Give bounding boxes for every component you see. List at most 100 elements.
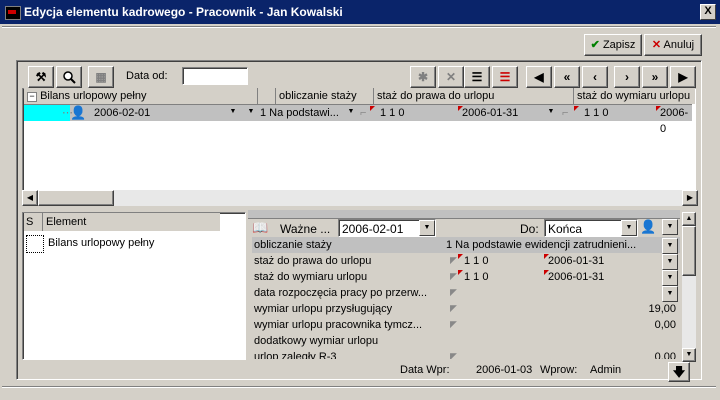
prev-page-button[interactable]: « <box>554 66 580 88</box>
detail-row-label: wymiar urlopu przysługujący <box>254 303 393 315</box>
to-dropdown[interactable]: ▼ <box>621 220 637 236</box>
grid-header-col-staz-wymiaru[interactable]: staż do wymiaru urlopu <box>574 88 695 104</box>
scroll-thumb[interactable] <box>38 190 114 206</box>
prev-button[interactable]: ‹ <box>582 66 608 88</box>
flag-icon: ◤ <box>450 271 457 281</box>
grid-row-staz-wymiaru-ymd: 1 1 0 <box>584 107 609 119</box>
staz-prawa-value-dropdown[interactable]: ▼ <box>662 254 678 270</box>
collapse-icon[interactable]: − <box>27 92 37 102</box>
wprow-label: Wprow: <box>540 364 578 376</box>
scroll-to-bottom-button[interactable]: 🡇 <box>668 362 690 382</box>
grid-header-tree[interactable]: − Bilans urlopowy pełny <box>24 88 258 104</box>
date-dropdown[interactable]: ▼ <box>226 105 240 119</box>
valid-from-value: 2006-02-01 <box>342 222 404 236</box>
grid-row-staz-prawa-ymd: 1 1 0 <box>380 107 405 119</box>
valid-label: Ważne ... <box>280 222 331 236</box>
cancel-label: Anuluj <box>663 39 695 51</box>
flag-icon: ◤ <box>450 351 457 360</box>
grid-header-col-obliczanie[interactable]: obliczanie staży <box>276 88 374 104</box>
grid-row-staz-wymiaru-date: 2006-0 <box>660 107 689 135</box>
calendar-icon: ▦ <box>95 70 107 84</box>
detail-row-label: wymiar urlopu pracownika tymcz... <box>254 319 423 331</box>
staz-prawa-dropdown[interactable]: ▼ <box>544 105 558 119</box>
save-button[interactable]: ✔ Zapisz <box>584 34 642 56</box>
detail-row-value: 1 Na podstawie ewidencji zatrudnieni... <box>446 239 637 251</box>
detail-row-wymiar-tymczasowy[interactable]: wymiar urlopu pracownika tymcz... ◤ 0,00 <box>252 317 680 333</box>
element-list-item[interactable]: Bilans urlopowy pełny <box>24 234 220 253</box>
detail-row-dodatkowy-wymiar[interactable]: dodatkowy wymiar urlopu <box>252 333 680 349</box>
asterisk-icon: ✱ <box>417 70 429 84</box>
tools-icon: ⚒ <box>35 70 47 84</box>
detail-row-label: staż do prawa do urlopu <box>254 255 372 267</box>
new-record-button[interactable]: ✱ <box>410 66 436 88</box>
detail-row-label: dodatkowy wymiar urlopu <box>254 335 379 347</box>
chevron-right-icon: › <box>625 70 629 84</box>
detail-row-data-rozpoczecia[interactable]: data rozpoczęcia pracy po przerw... ◤ ▼ <box>252 285 680 302</box>
person-dropdown[interactable]: ▼ <box>662 219 678 235</box>
row-dropdown[interactable]: ▼ <box>244 105 258 119</box>
employee-icon: 👤 <box>70 105 87 120</box>
check-icon: ✔ <box>590 39 600 51</box>
valid-from-dropdown[interactable]: ▼ <box>419 220 435 236</box>
triangle-right-icon: ▶ <box>678 70 688 84</box>
data-rozpoczecia-dropdown[interactable]: ▼ <box>662 286 678 302</box>
search-button[interactable] <box>56 66 82 88</box>
person-icon[interactable]: 👤 <box>640 219 656 235</box>
tools-button[interactable]: ⚒ <box>28 66 54 88</box>
cancel-button[interactable]: ✕ Anuluj <box>644 34 702 56</box>
detail-row-staz-wymiaru[interactable]: staż do wymiaru urlopu ◤ 1 1 0 2006-01-3… <box>252 269 680 286</box>
element-checkbox[interactable] <box>26 235 44 253</box>
detail-row-value: 19,00 <box>648 303 676 315</box>
date-from-input[interactable] <box>182 67 248 85</box>
calendar-button[interactable]: ▦ <box>88 66 114 88</box>
remove-row-button[interactable]: ☰ <box>492 66 518 88</box>
col-s-header[interactable]: S <box>26 213 43 231</box>
staz-wymiaru-value-dropdown[interactable]: ▼ <box>662 270 678 286</box>
book-icon[interactable]: 📖 <box>252 220 268 236</box>
vscroll-thumb[interactable] <box>682 226 696 276</box>
last-button[interactable]: ▶ <box>670 66 696 88</box>
detail-row-value: 0,00 <box>654 319 676 331</box>
next-button[interactable]: › <box>614 66 640 88</box>
obliczanie-value-dropdown[interactable]: ▼ <box>662 238 678 254</box>
obliczanie-dropdown[interactable]: ▼ <box>344 105 358 119</box>
grid-header-col-staz-prawa[interactable]: staż do prawa do urlopu <box>374 88 574 104</box>
detail-row-staz-prawa[interactable]: staż do prawa do urlopu ◤ 1 1 0 2006-01-… <box>252 253 680 270</box>
col-element-header[interactable]: Element <box>46 213 86 231</box>
detail-row-ymd: 1 1 0 <box>464 255 489 267</box>
magnifier-icon <box>63 71 76 84</box>
detail-row-urlop-zalegly[interactable]: urlop zaległy R-3 ◤ 0,00 <box>252 349 680 359</box>
scroll-up-button[interactable]: ▲ <box>682 212 696 226</box>
wprow-value: Admin <box>590 364 622 376</box>
grid-row[interactable]: ⋯ 👤 2006-02-01 ▼ ▼ 1 Na podstawi... ▼ ⌐ … <box>24 105 692 135</box>
window-title: Edycja elementu kadrowego - Pracownik - … <box>24 5 343 19</box>
list-remove-icon: ☰ <box>499 70 511 84</box>
grid-header: − Bilans urlopowy pełny obliczanie staży… <box>24 88 695 105</box>
to-select[interactable]: Końca ▼ <box>544 219 638 237</box>
element-list-header: S Element <box>24 213 220 231</box>
close-button[interactable]: X <box>700 4 716 20</box>
scroll-right-button[interactable]: ▶ <box>682 190 698 206</box>
value-marker <box>458 254 463 259</box>
scroll-down-button[interactable]: ▼ <box>682 348 696 362</box>
valid-from-select[interactable]: 2006-02-01 ▼ <box>338 219 436 237</box>
grid-hscrollbar[interactable]: ◀ ▶ <box>22 190 698 206</box>
delete-record-button[interactable]: ✕ <box>438 66 464 88</box>
element-item-label: Bilans urlopowy pełny <box>48 237 155 249</box>
double-chevron-left-icon: « <box>563 70 571 84</box>
list-add-icon: ☰ <box>471 70 483 84</box>
detail-row-wymiar-urlopu[interactable]: wymiar urlopu przysługujący ◤ 19,00 <box>252 301 680 317</box>
add-row-button[interactable]: ☰ <box>464 66 490 88</box>
detail-row-obliczanie[interactable]: obliczanie staży 1 Na podstawie ewidencj… <box>252 237 680 254</box>
title-bar[interactable]: Edycja elementu kadrowego - Pracownik - … <box>0 0 720 24</box>
detail-row-value: 0,00 <box>654 351 676 359</box>
detail-tabstrip <box>248 210 680 219</box>
grid-row-obliczanie: 1 Na podstawi... <box>260 107 339 119</box>
detail-row-label: staż do wymiaru urlopu <box>254 271 368 283</box>
flag-icon: ◤ <box>450 287 457 297</box>
first-button[interactable]: ◀ <box>526 66 552 88</box>
next-page-button[interactable]: » <box>642 66 668 88</box>
scroll-left-button[interactable]: ◀ <box>22 190 38 206</box>
detail-vscrollbar[interactable]: ▲ ▼ <box>682 212 696 362</box>
detail-row-ymd: 1 1 0 <box>464 271 489 283</box>
